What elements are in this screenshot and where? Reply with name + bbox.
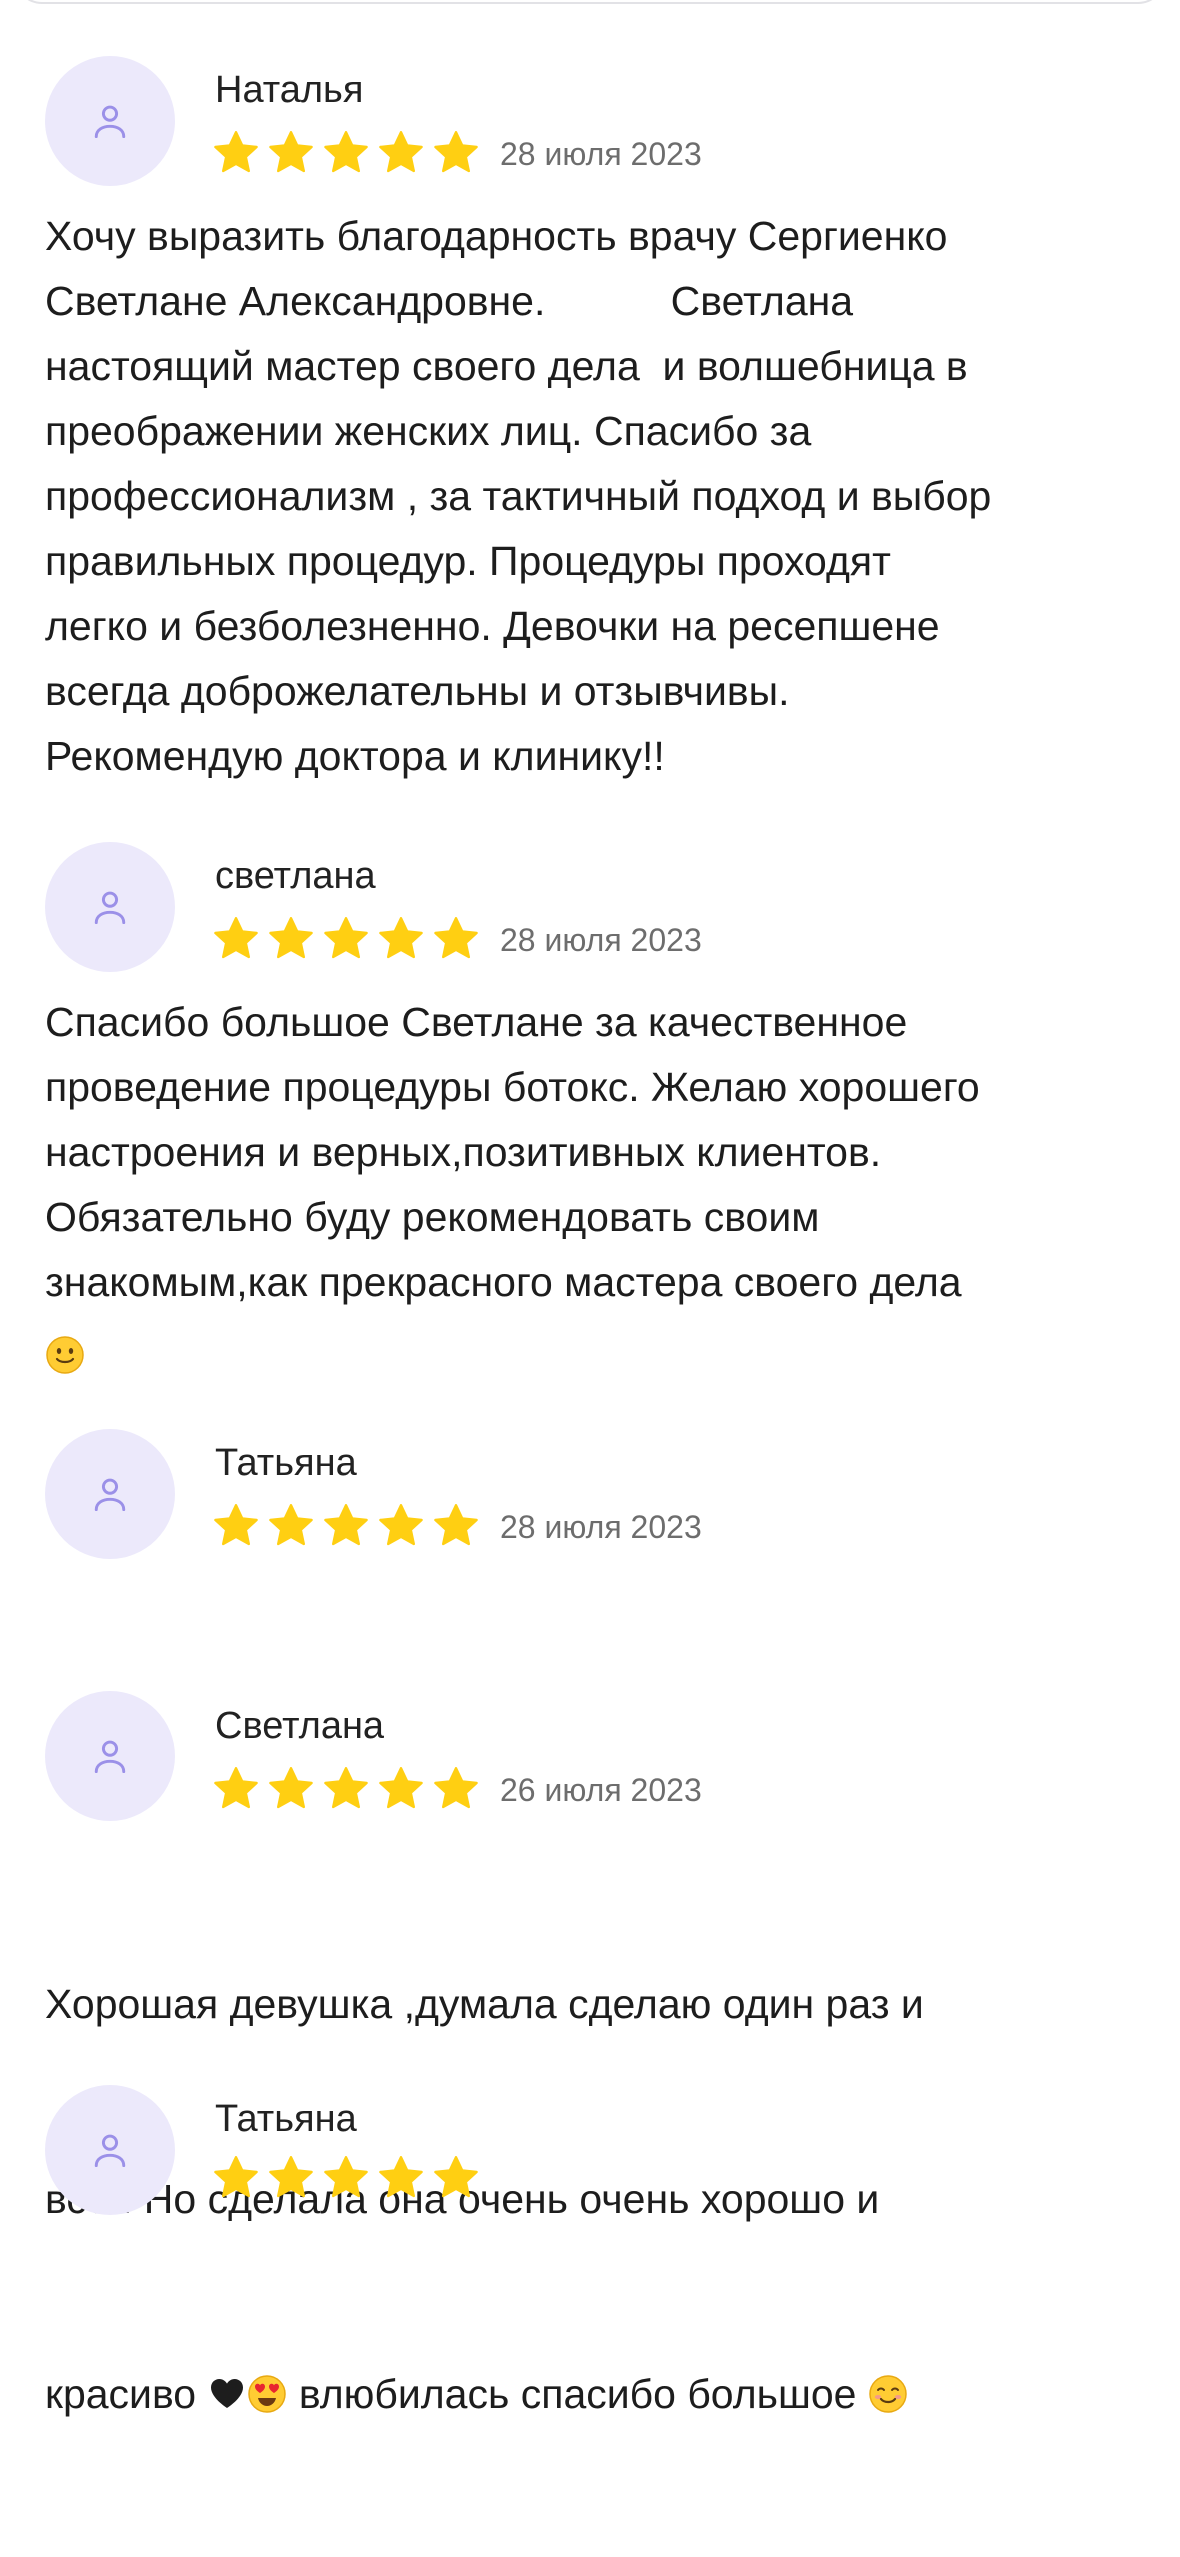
rating-stars [212, 1502, 480, 1550]
avatar [45, 842, 175, 972]
star-filled-icon [379, 2156, 423, 2198]
review-text-fragment: красиво [45, 2371, 208, 2417]
review-author: Татьяна [215, 1442, 357, 1484]
avatar [45, 1429, 175, 1559]
review-text: Хочу выразить благодарность врачу Сергие… [45, 213, 992, 779]
avatar [45, 1691, 175, 1821]
review-date: 28 июля 2023 [500, 922, 702, 958]
review-date: 26 июля 2023 [500, 1772, 702, 1808]
star-filled-icon [379, 131, 423, 173]
star-filled-icon [434, 131, 478, 173]
review-author: Наталья [215, 69, 364, 111]
rating-stars [212, 1765, 480, 1813]
star-filled-icon [324, 917, 368, 959]
review-text-fragment: влюбилась спасибо большое [287, 2371, 868, 2417]
star-filled-icon [324, 1767, 368, 1809]
rating-stars [212, 2154, 480, 2202]
star-filled-icon [214, 1504, 258, 1546]
star-filled-icon [324, 2156, 368, 2198]
rating-stars [212, 129, 480, 177]
review-text-line: Хорошая девушка ,думала сделаю один раз … [45, 1981, 924, 2027]
star-filled-icon [379, 1504, 423, 1546]
slightly-smiling-face-emoji [45, 1335, 85, 1375]
star-filled-icon [379, 1767, 423, 1809]
review-text-line: красиво влюбилась спасибо большое [45, 2362, 1165, 2427]
star-filled-icon [324, 1504, 368, 1546]
review-date: 28 июля 2023 [500, 136, 702, 172]
black-heart-emoji [207, 2374, 247, 2414]
user-outline-icon [94, 891, 126, 925]
star-filled-icon [434, 1767, 478, 1809]
star-filled-icon [379, 917, 423, 959]
review-author: Светлана [215, 1705, 385, 1747]
star-filled-icon [269, 917, 313, 959]
star-filled-icon [269, 1767, 313, 1809]
star-filled-icon [269, 131, 313, 173]
user-outline-icon [94, 1478, 126, 1512]
user-outline-icon [94, 1740, 126, 1774]
star-filled-icon [214, 917, 258, 959]
review-author: Татьяна [215, 2098, 357, 2140]
rating-stars [212, 915, 480, 963]
avatar [45, 2085, 175, 2215]
review-date: 28 июля 2023 [500, 1509, 702, 1545]
user-outline-icon [94, 2134, 126, 2168]
user-outline-icon [94, 105, 126, 139]
star-filled-icon [434, 2156, 478, 2198]
star-filled-icon [214, 1767, 258, 1809]
star-filled-icon [434, 917, 478, 959]
star-filled-icon [269, 2156, 313, 2198]
heart-eyes-emoji [247, 2374, 287, 2414]
star-filled-icon [214, 2156, 258, 2198]
review-text: Спасибо большое Светлане за качественное… [45, 999, 980, 1305]
review-author: светлана [215, 855, 376, 897]
smiling-face-emoji [868, 2374, 908, 2414]
avatar [45, 56, 175, 186]
card-top-edge [14, 0, 1166, 4]
star-filled-icon [434, 1504, 478, 1546]
star-filled-icon [324, 131, 368, 173]
star-filled-icon [214, 131, 258, 173]
star-filled-icon [269, 1504, 313, 1546]
